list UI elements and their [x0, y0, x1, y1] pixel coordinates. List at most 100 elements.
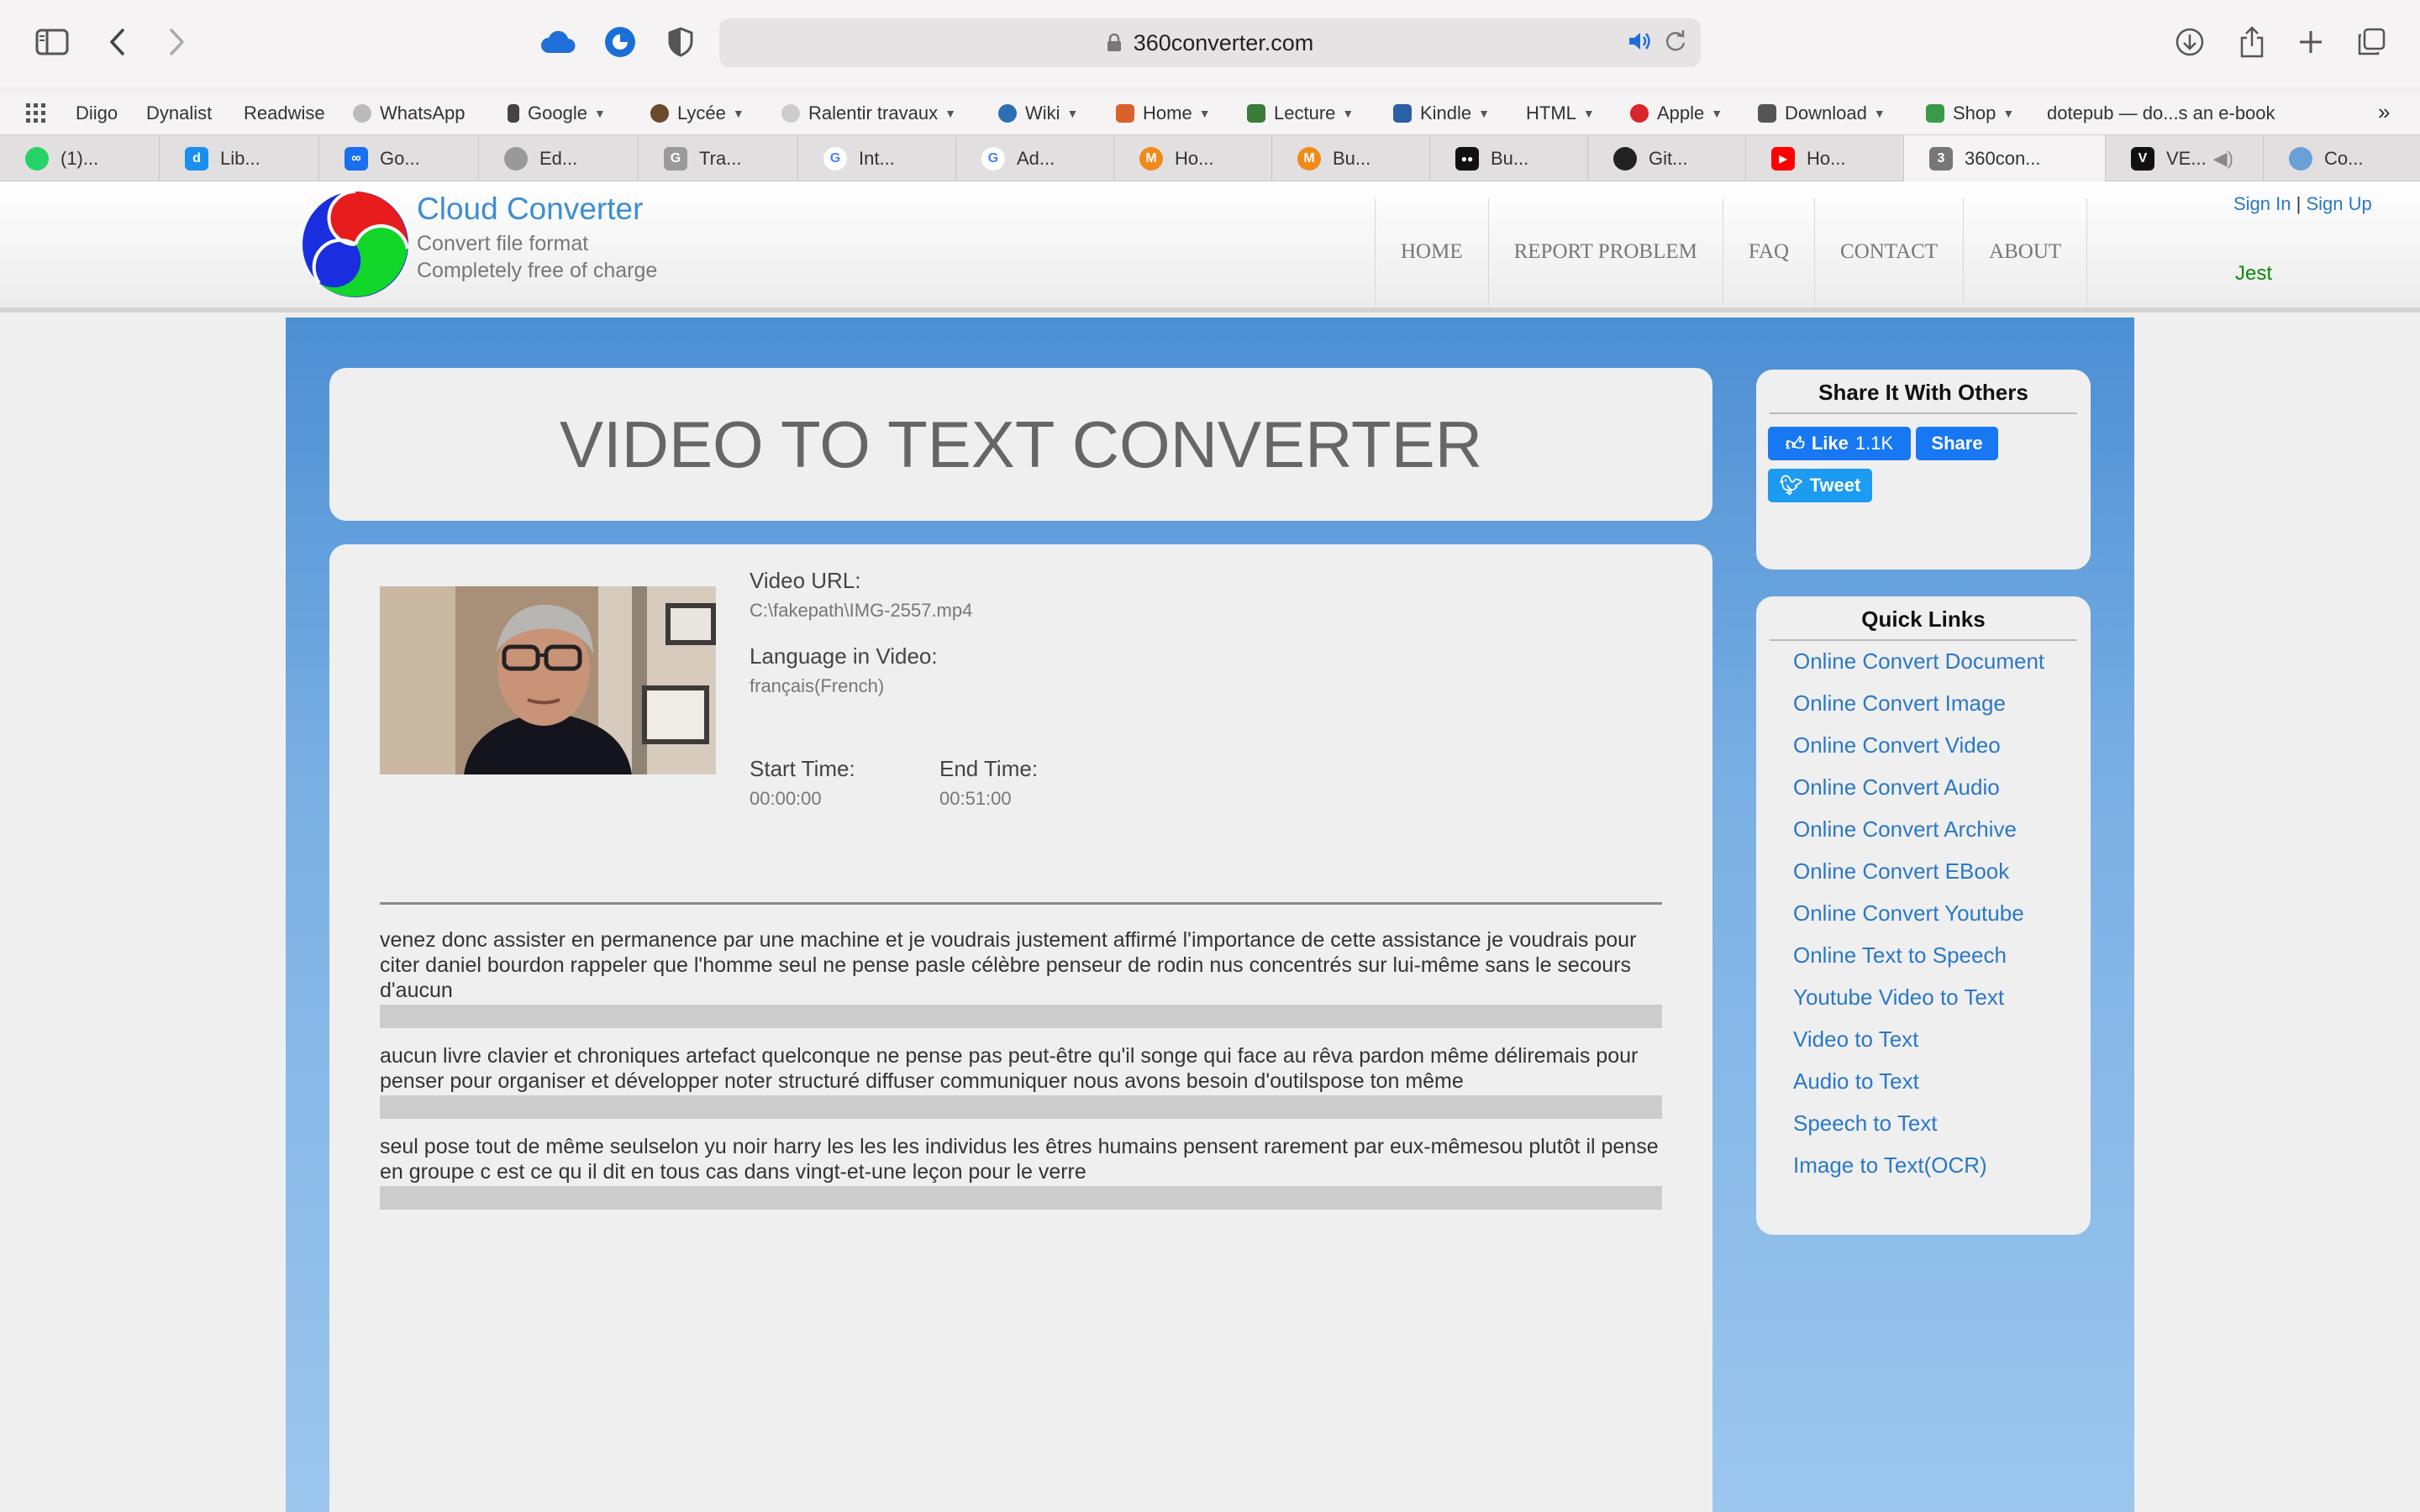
more-bookmarks-icon[interactable]: »: [2378, 99, 2390, 125]
brand-name[interactable]: Cloud Converter: [417, 192, 643, 227]
browser-tab[interactable]: (1)...: [0, 135, 160, 182]
browser-tab[interactable]: ∞ Go...: [319, 135, 479, 182]
transcript-separator: [380, 1186, 1662, 1210]
phone-icon: [508, 104, 519, 123]
quick-link[interactable]: Online Convert Video: [1793, 732, 2001, 759]
share-icon[interactable]: [2232, 22, 2272, 62]
whatsapp-icon: [25, 147, 49, 171]
reload-icon[interactable]: [1664, 29, 1687, 58]
quick-link[interactable]: Online Convert Archive: [1793, 816, 2017, 843]
bookmark-item[interactable]: WhatsApp: [353, 102, 466, 124]
chevron-down-icon: ▼: [1342, 107, 1355, 120]
quick-link[interactable]: Audio to Text: [1793, 1068, 1919, 1095]
facebook-like-button[interactable]: 👍︎ Like 1.1K: [1768, 427, 1911, 460]
quick-link[interactable]: Youtube Video to Text: [1793, 984, 2004, 1011]
quick-link[interactable]: Online Convert Image: [1793, 690, 2006, 717]
new-tab-icon[interactable]: [2291, 22, 2331, 62]
privacy-shield-icon[interactable]: [660, 22, 701, 62]
site-header: Cloud Converter Convert file format Comp…: [0, 181, 2420, 312]
back-icon[interactable]: [97, 22, 138, 62]
bookmark-folder[interactable]: Google ▼: [508, 102, 606, 124]
browser-tab-active[interactable]: 3 360con...: [1904, 135, 2106, 182]
browser-tab[interactable]: ▶ Ho...: [1746, 135, 1904, 182]
bookmark-label: Google: [528, 102, 587, 123]
browser-tab[interactable]: V VE... ◀︎): [2106, 135, 2264, 182]
bookmark-item[interactable]: Diigo: [76, 102, 118, 124]
bookmark-folder[interactable]: Apple ▼: [1630, 102, 1723, 124]
bookmark-item[interactable]: Readwise: [244, 102, 325, 124]
quick-link[interactable]: Video to Text: [1793, 1026, 1918, 1053]
quick-link[interactable]: Image to Text(OCR): [1793, 1152, 1987, 1179]
language-value: français(French): [750, 675, 885, 696]
quick-link[interactable]: Online Convert EBook: [1793, 858, 2009, 885]
bookmark-label: Lecture: [1274, 102, 1336, 123]
browser-tab[interactable]: G Ad...: [956, 135, 1114, 182]
sign-up-link[interactable]: Sign Up: [2306, 193, 2371, 214]
speaker-icon[interactable]: [1627, 29, 1652, 58]
bookmark-item[interactable]: dotepub — do...s an e-book: [2047, 102, 2275, 124]
bookmark-folder[interactable]: Download ▼: [1758, 102, 1886, 124]
quick-link[interactable]: Online Convert Document: [1793, 648, 2044, 675]
dyslexia-icon: d: [185, 147, 208, 171]
tab-overview-icon[interactable]: [2351, 22, 2391, 62]
video-url-value: C:\fakepath\IMG-2557.mp4: [750, 600, 973, 621]
browser-tab[interactable]: Ed...: [479, 135, 639, 182]
browser-tab[interactable]: G Int...: [798, 135, 956, 182]
tab-label: Tra...: [699, 148, 742, 169]
infinity-icon: ∞: [345, 147, 368, 171]
bookmark-label: Apple: [1657, 102, 1705, 123]
bookmark-folder[interactable]: Wiki ▼: [998, 102, 1078, 124]
guest-label: Jest: [2235, 262, 2273, 285]
browser-tab[interactable]: ●● Bu...: [1430, 135, 1588, 182]
bookmark-label: Home: [1143, 102, 1192, 123]
browser-tab[interactable]: M Bu...: [1272, 135, 1430, 182]
browser-tab[interactable]: M Ho...: [1114, 135, 1272, 182]
quick-link[interactable]: Speech to Text: [1793, 1110, 1938, 1137]
tab-label: Go...: [380, 148, 420, 169]
nav-contact[interactable]: CONTACT: [1814, 198, 1963, 306]
chevron-down-icon: ▼: [1198, 107, 1211, 120]
bookmark-label: Wiki: [1025, 102, 1060, 123]
video-thumbnail[interactable]: [380, 586, 716, 774]
browser-tab[interactable]: d Lib...: [160, 135, 319, 182]
quick-link[interactable]: Online Text to Speech: [1793, 942, 2007, 969]
apps-grid-icon[interactable]: [25, 102, 47, 124]
youtube-icon: ▶: [1771, 147, 1795, 171]
facebook-share-button[interactable]: Share: [1916, 427, 1998, 460]
browser-tab[interactable]: Git...: [1588, 135, 1746, 182]
nav-report-problem[interactable]: REPORT PROBLEM: [1487, 198, 1723, 306]
sidebar-toggle-icon[interactable]: [32, 22, 72, 62]
quick-link[interactable]: Online Convert Audio: [1793, 774, 2000, 801]
bookmark-label: Readwise: [244, 102, 325, 123]
nav-faq[interactable]: FAQ: [1722, 198, 1814, 306]
forward-icon[interactable]: [156, 22, 197, 62]
tab-label: Ho...: [1807, 148, 1846, 169]
tab-label: Bu...: [1333, 148, 1371, 169]
bookmark-item[interactable]: Dynalist: [146, 102, 212, 124]
browser-tab[interactable]: Co...: [2264, 135, 2420, 182]
bookmark-folder[interactable]: HTML ▼: [1526, 102, 1595, 124]
end-time-label: End Time:: [939, 756, 1039, 781]
speaker-icon[interactable]: ◀︎): [2213, 148, 2233, 170]
nav-home[interactable]: HOME: [1375, 198, 1488, 306]
bookmark-folder[interactable]: Shop ▼: [1926, 102, 2014, 124]
downloads-icon[interactable]: [2170, 22, 2210, 62]
tweet-button[interactable]: 🐦︎ Tweet: [1768, 469, 1872, 502]
bookmark-folder[interactable]: Lycée ▼: [650, 102, 744, 124]
video-url-label: Video URL:: [750, 568, 861, 593]
floppy-icon: [1758, 104, 1776, 123]
quick-link[interactable]: Online Convert Youtube: [1793, 900, 2024, 927]
nav-about[interactable]: ABOUT: [1963, 198, 2088, 306]
address-bar[interactable]: 360converter.com: [719, 18, 1701, 67]
icloud-icon[interactable]: [538, 22, 578, 62]
cloud-converter-logo[interactable]: [301, 190, 410, 299]
bookmark-folder[interactable]: Home ▼: [1116, 102, 1211, 124]
sign-in-link[interactable]: Sign In: [2233, 193, 2291, 214]
extension-icon[interactable]: [600, 22, 640, 62]
medium-icon: M: [1297, 147, 1321, 171]
bookmark-folder[interactable]: Ralentir travaux ▼: [781, 102, 956, 124]
chevron-down-icon: ▼: [944, 107, 956, 120]
bookmark-folder[interactable]: Lecture ▼: [1247, 102, 1354, 124]
browser-tab[interactable]: G Tra...: [639, 135, 798, 182]
bookmark-folder[interactable]: Kindle ▼: [1393, 102, 1490, 124]
